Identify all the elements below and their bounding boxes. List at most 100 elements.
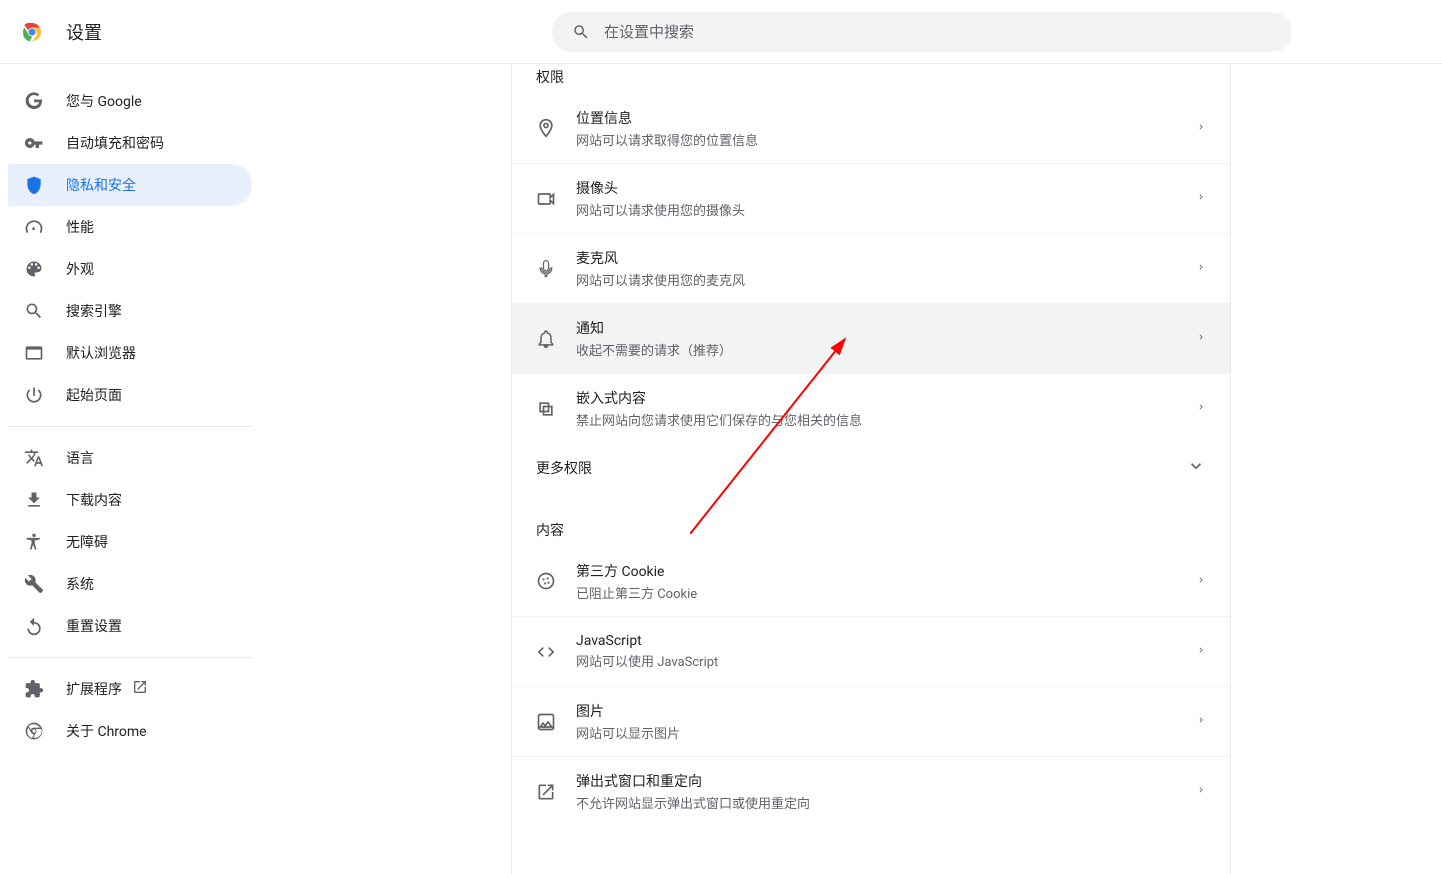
browser-icon xyxy=(24,343,44,363)
row-title: 摄像头 xyxy=(576,178,1196,198)
code-icon xyxy=(536,642,556,662)
sidebar-item-label: 默认浏览器 xyxy=(66,343,136,363)
open-in-new-icon xyxy=(132,679,148,699)
speed-icon xyxy=(24,217,44,237)
row-title: 弹出式窗口和重定向 xyxy=(576,771,1196,791)
palette-icon xyxy=(24,259,44,279)
sidebar-item-appearance[interactable]: 外观 xyxy=(8,248,252,290)
chevron-right-icon xyxy=(1196,261,1206,276)
sidebar-item-label: 重置设置 xyxy=(66,616,122,636)
chevron-right-icon xyxy=(1196,331,1206,346)
image-icon xyxy=(536,712,556,732)
microphone-icon xyxy=(536,259,556,279)
row-title: 位置信息 xyxy=(576,108,1196,128)
row-microphone[interactable]: 麦克风 网站可以请求使用您的麦克风 xyxy=(512,233,1230,303)
main-area: 权限 位置信息 网站可以请求取得您的位置信息 摄像头 网站可以请求使用您的摄像头 xyxy=(260,64,1442,874)
page-title: 设置 xyxy=(66,19,102,45)
popup-icon xyxy=(536,782,556,802)
row-sub: 网站可以使用 JavaScript xyxy=(576,651,1196,670)
row-sub: 已阻止第三方 Cookie xyxy=(576,583,1196,602)
camera-icon xyxy=(536,189,556,209)
accessibility-icon xyxy=(24,532,44,552)
sidebar-separator xyxy=(8,426,252,427)
sidebar-item-label: 扩展程序 xyxy=(66,679,122,699)
wrench-icon xyxy=(24,574,44,594)
row-title: 通知 xyxy=(576,318,1196,338)
location-icon xyxy=(536,118,556,138)
search-input[interactable] xyxy=(604,23,1272,41)
sidebar-item-label: 系统 xyxy=(66,574,94,594)
extension-icon xyxy=(24,679,44,699)
search-icon xyxy=(572,23,590,41)
sidebar-item-performance[interactable]: 性能 xyxy=(8,206,252,248)
settings-sidebar: 您与 Google 自动填充和密码 隐私和安全 性能 外观 搜索引擎 默认浏览器 xyxy=(0,64,260,874)
sidebar-separator xyxy=(8,657,252,658)
sidebar-item-extensions[interactable]: 扩展程序 xyxy=(8,668,252,710)
bell-icon xyxy=(536,329,556,349)
translate-icon xyxy=(24,448,44,468)
row-location[interactable]: 位置信息 网站可以请求取得您的位置信息 xyxy=(512,93,1230,163)
sidebar-item-label: 自动填充和密码 xyxy=(66,133,164,153)
sidebar-item-label: 搜索引擎 xyxy=(66,301,122,321)
sidebar-item-label: 下载内容 xyxy=(66,490,122,510)
section-content-title: 内容 xyxy=(512,514,1230,546)
row-camera[interactable]: 摄像头 网站可以请求使用您的摄像头 xyxy=(512,163,1230,233)
row-images[interactable]: 图片 网站可以显示图片 xyxy=(512,686,1230,756)
row-title: JavaScript xyxy=(576,633,1196,649)
settings-panel: 权限 位置信息 网站可以请求取得您的位置信息 摄像头 网站可以请求使用您的摄像头 xyxy=(511,64,1231,874)
download-icon xyxy=(24,490,44,510)
sidebar-item-search-engine[interactable]: 搜索引擎 xyxy=(8,290,252,332)
power-icon xyxy=(24,385,44,405)
chevron-right-icon xyxy=(1196,714,1206,729)
chrome-logo-icon xyxy=(20,20,44,44)
row-notifications[interactable]: 通知 收起不需要的请求（推荐） xyxy=(512,303,1230,373)
sidebar-item-label: 外观 xyxy=(66,259,94,279)
row-sub: 禁止网站向您请求使用它们保存的与您相关的信息 xyxy=(576,410,1196,429)
sidebar-item-you-and-google[interactable]: 您与 Google xyxy=(8,80,252,122)
row-cookies[interactable]: 第三方 Cookie 已阻止第三方 Cookie xyxy=(512,546,1230,616)
sidebar-item-autofill[interactable]: 自动填充和密码 xyxy=(8,122,252,164)
key-icon xyxy=(24,133,44,153)
more-permissions-label: 更多权限 xyxy=(536,458,1186,478)
embedded-icon xyxy=(536,399,556,419)
sidebar-item-label: 无障碍 xyxy=(66,532,108,552)
sidebar-item-on-startup[interactable]: 起始页面 xyxy=(8,374,252,416)
chevron-right-icon xyxy=(1196,401,1206,416)
chevron-right-icon xyxy=(1196,191,1206,206)
sidebar-item-reset[interactable]: 重置设置 xyxy=(8,605,252,647)
sidebar-item-label: 性能 xyxy=(66,217,94,237)
sidebar-item-system[interactable]: 系统 xyxy=(8,563,252,605)
sidebar-item-privacy[interactable]: 隐私和安全 xyxy=(8,164,252,206)
row-popups[interactable]: 弹出式窗口和重定向 不允许网站显示弹出式窗口或使用重定向 xyxy=(512,756,1230,826)
section-permissions-title: 权限 xyxy=(512,64,1230,93)
sidebar-item-default-browser[interactable]: 默认浏览器 xyxy=(8,332,252,374)
sidebar-item-label: 起始页面 xyxy=(66,385,122,405)
sidebar-item-about[interactable]: 关于 Chrome xyxy=(8,710,252,752)
row-sub: 网站可以请求取得您的位置信息 xyxy=(576,130,1196,149)
sidebar-item-label: 语言 xyxy=(66,448,94,468)
sidebar-item-downloads[interactable]: 下载内容 xyxy=(8,479,252,521)
chevron-right-icon xyxy=(1196,784,1206,799)
sidebar-item-accessibility[interactable]: 无障碍 xyxy=(8,521,252,563)
settings-search[interactable] xyxy=(552,12,1292,52)
shield-icon xyxy=(24,175,44,195)
row-more-permissions[interactable]: 更多权限 xyxy=(512,443,1230,493)
row-title: 图片 xyxy=(576,701,1196,721)
row-sub: 网站可以请求使用您的摄像头 xyxy=(576,200,1196,219)
row-sub: 网站可以显示图片 xyxy=(576,723,1196,742)
sidebar-item-languages[interactable]: 语言 xyxy=(8,437,252,479)
row-sub: 不允许网站显示弹出式窗口或使用重定向 xyxy=(576,793,1196,812)
chevron-right-icon xyxy=(1196,121,1206,136)
row-title: 嵌入式内容 xyxy=(576,388,1196,408)
chevron-right-icon xyxy=(1196,574,1206,589)
row-sub: 网站可以请求使用您的麦克风 xyxy=(576,270,1196,289)
sidebar-item-label: 隐私和安全 xyxy=(66,175,136,195)
cookie-icon xyxy=(536,571,556,591)
app-header: 设置 xyxy=(0,0,1442,64)
row-title: 麦克风 xyxy=(576,248,1196,268)
search-icon xyxy=(24,301,44,321)
row-embedded-content[interactable]: 嵌入式内容 禁止网站向您请求使用它们保存的与您相关的信息 xyxy=(512,373,1230,443)
google-g-icon xyxy=(24,91,44,111)
row-javascript[interactable]: JavaScript 网站可以使用 JavaScript xyxy=(512,616,1230,686)
row-sub: 收起不需要的请求（推荐） xyxy=(576,340,1196,359)
